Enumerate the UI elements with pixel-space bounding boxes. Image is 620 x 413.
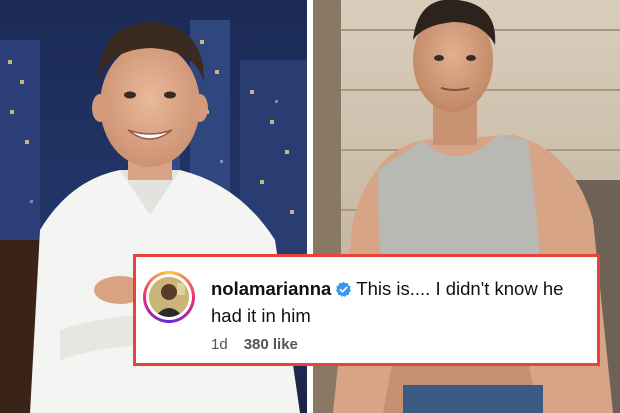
image-canvas: nolamarianna This is.... I didn't know he…	[0, 0, 620, 413]
avatar-ring-gap	[146, 274, 192, 320]
verified-badge-icon	[335, 280, 352, 304]
comment-likes[interactable]: 380 like	[244, 336, 298, 353]
comment-username[interactable]: nolamarianna	[211, 278, 331, 299]
avatar	[149, 277, 189, 317]
avatar-story-ring[interactable]	[143, 271, 195, 323]
comment-card: nolamarianna This is.... I didn't know he…	[133, 254, 600, 366]
comment-time: 1d	[211, 336, 228, 353]
comment-body: nolamarianna This is.... I didn't know he…	[211, 277, 591, 328]
comment-meta: 1d 380 like	[211, 336, 298, 354]
